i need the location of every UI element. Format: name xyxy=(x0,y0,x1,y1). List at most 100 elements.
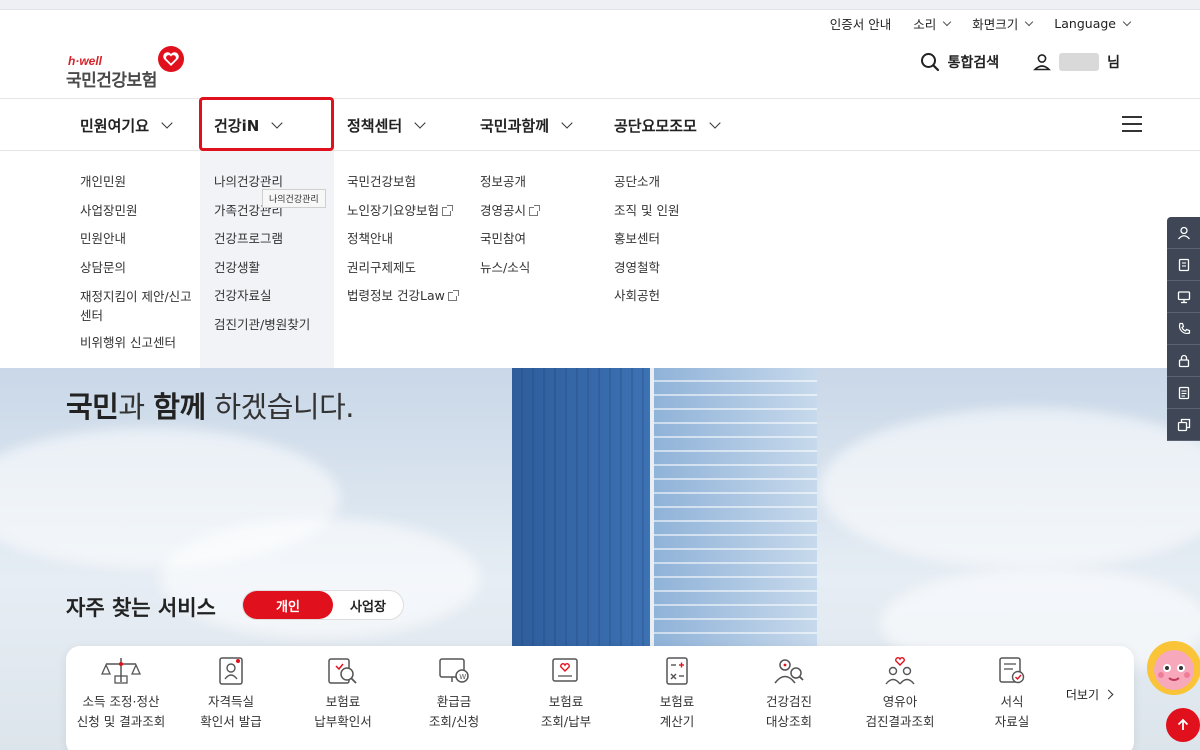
menu-link[interactable]: 건강자료실 xyxy=(214,282,310,311)
chevron-down-icon xyxy=(1025,17,1034,26)
menu-link[interactable]: 상담문의 xyxy=(80,254,200,283)
external-link-icon xyxy=(447,290,459,301)
menu-link[interactable]: 재정지킴이 제안/신고센터 xyxy=(80,282,200,329)
menu-link[interactable]: 비위행위 신고센터 xyxy=(80,329,200,358)
menu-link[interactable]: 뉴스/소식 xyxy=(480,254,538,283)
menu-link[interactable]: 홍보센터 xyxy=(614,225,679,254)
quick-list[interactable] xyxy=(1167,377,1200,409)
menu-link[interactable]: 조직 및 인원 xyxy=(614,197,679,226)
id-card-icon xyxy=(219,657,243,685)
menu-link[interactable]: 사업장민원 xyxy=(80,197,200,226)
hero-headline: 국민과 함께 하겠습니다. xyxy=(66,390,355,424)
utility-bar: 인증서 안내 소리 화면크기 Language xyxy=(830,14,1132,33)
menu-link[interactable]: 사회공헌 xyxy=(614,282,679,311)
mega-col-together: 정보공개 경영공시 국민참여 뉴스/소식 xyxy=(480,168,541,283)
menu-link[interactable]: 건강프로그램 xyxy=(214,225,310,254)
quick-lock[interactable] xyxy=(1167,345,1200,377)
service-health-checkup-target[interactable]: 건강검진 대상조회 xyxy=(734,656,844,732)
gnb-item-about[interactable]: 공단요모조모 xyxy=(614,99,721,151)
service-infant-checkup[interactable]: 영유아 검진결과조회 xyxy=(845,656,955,732)
calculator-icon xyxy=(666,657,688,685)
list-icon xyxy=(1178,386,1189,399)
favorites-title: 자주 찾는 서비스 xyxy=(66,596,216,620)
quick-phone[interactable] xyxy=(1167,313,1200,345)
heart-logo-icon xyxy=(158,46,184,72)
user-menu[interactable]: 님 xyxy=(1033,52,1120,72)
hamburger-menu-icon[interactable] xyxy=(1122,116,1142,132)
gnb-item-together[interactable]: 국민과함께 xyxy=(480,99,573,151)
language-dropdown[interactable]: Language xyxy=(1054,14,1132,33)
menu-link[interactable]: 노인장기요양보험 xyxy=(347,197,457,226)
header-actions: 통합검색 님 xyxy=(920,52,1120,72)
menu-link[interactable]: 개인민원 xyxy=(80,168,200,197)
menu-link[interactable]: 검진기관/병원찾기 xyxy=(214,311,310,340)
site-logo[interactable]: h·well 국민건강보험 xyxy=(66,44,196,91)
user-icon xyxy=(1033,54,1052,71)
phone-icon xyxy=(1178,322,1190,334)
tab-business[interactable]: 사업장 xyxy=(333,591,403,619)
menu-link[interactable]: 정책안내 xyxy=(347,225,457,254)
scale-icon xyxy=(100,658,142,684)
service-premium-receipt[interactable]: 보험료 납부확인서 xyxy=(288,656,398,732)
monitor-coin-icon: W xyxy=(439,658,469,683)
monitor-icon xyxy=(1177,290,1190,303)
family-heart-icon xyxy=(885,657,915,685)
chevron-down-icon xyxy=(1122,17,1132,26)
menu-link[interactable]: 국민참여 xyxy=(480,225,538,254)
back-to-top-button[interactable] xyxy=(1166,708,1200,742)
menu-link[interactable]: 민원안내 xyxy=(80,225,200,254)
cert-guide-link[interactable]: 인증서 안내 xyxy=(830,14,891,33)
chatbot-mascot-icon[interactable] xyxy=(1144,638,1200,698)
menu-link[interactable]: 건강생활 xyxy=(214,254,310,283)
menu-link[interactable]: 경영철학 xyxy=(614,254,679,283)
chevron-down-icon xyxy=(161,116,173,129)
integrated-search-button[interactable]: 통합검색 xyxy=(920,52,1000,72)
active-menu-highlight xyxy=(199,97,334,151)
gnb-item-civil[interactable]: 민원여기요 xyxy=(80,99,173,151)
menu-link[interactable]: 법령정보 건강Law xyxy=(347,282,459,311)
more-services-link[interactable]: 더보기 xyxy=(1066,686,1114,703)
chevron-down-icon xyxy=(561,116,573,129)
chevron-right-icon xyxy=(1103,689,1114,700)
search-label: 통합검색 xyxy=(947,55,1000,71)
people-search-icon xyxy=(774,659,804,684)
menu-link[interactable]: 국민건강보험 xyxy=(347,168,457,197)
mega-col-civil: 개인민원 사업장민원 민원안내 상담문의 재정지킴이 제안/신고센터 비위행위 … xyxy=(80,168,200,358)
mega-col-about: 공단소개 조직 및 인원 홍보센터 경영철학 사회공헌 xyxy=(614,168,679,311)
quick-user[interactable] xyxy=(1167,217,1200,249)
cloud-decor xyxy=(820,408,1200,568)
top-strip xyxy=(0,0,1200,10)
menu-link[interactable]: 경영공시 xyxy=(480,197,541,226)
screen-size-dropdown[interactable]: 화면크기 xyxy=(972,14,1034,33)
sound-dropdown[interactable]: 소리 xyxy=(913,14,952,33)
quick-document[interactable] xyxy=(1167,249,1200,281)
service-eligibility-cert[interactable]: 자격득실 확인서 발급 xyxy=(176,656,286,732)
mega-col-policy: 국민건강보험 노인장기요양보험 정책안내 권리구제제도 법령정보 건강Law xyxy=(347,168,459,311)
quick-copy[interactable] xyxy=(1167,409,1200,441)
tab-personal[interactable]: 개인 xyxy=(243,591,333,619)
external-link-icon xyxy=(529,204,541,216)
services-panel: 소득 조정·정산신청 및 결과조회 자격득실확인서 발급 보험료납부확인서 xyxy=(66,646,1134,750)
user-suffix: 님 xyxy=(1107,55,1120,71)
gnb-item-policy[interactable]: 정책센터 xyxy=(347,99,426,151)
bill-heart-icon xyxy=(552,658,578,682)
search-icon xyxy=(920,53,939,72)
document-search-icon xyxy=(328,658,357,684)
chevron-down-icon xyxy=(414,116,426,129)
menu-link[interactable]: 권리구제제도 xyxy=(347,254,457,283)
quick-monitor[interactable] xyxy=(1167,281,1200,313)
document-check-icon xyxy=(999,657,1025,684)
service-refund[interactable]: W 환급금 조회/신청 xyxy=(399,656,509,732)
arrow-up-icon xyxy=(1177,718,1189,730)
svg-text:W: W xyxy=(459,673,466,681)
service-forms-library[interactable]: 서식 자료실 xyxy=(957,656,1067,732)
menu-link[interactable]: 공단소개 xyxy=(614,168,679,197)
document-icon xyxy=(1178,258,1189,271)
service-premium-pay[interactable]: 보험료 조회/납부 xyxy=(511,656,621,732)
service-premium-calculator[interactable]: 보험료 계산기 xyxy=(622,656,732,732)
hero-section: 국민과 함께 하겠습니다. 자주 찾는 서비스 개인 사업장 소득 조정·정산 신… xyxy=(0,368,1200,750)
service-income-adjust[interactable]: 소득 조정·정산 신청 및 결과조회 xyxy=(66,656,176,732)
copy-icon xyxy=(1177,418,1190,431)
menu-link[interactable]: 정보공개 xyxy=(480,168,538,197)
quick-menu-bar xyxy=(1167,217,1200,441)
